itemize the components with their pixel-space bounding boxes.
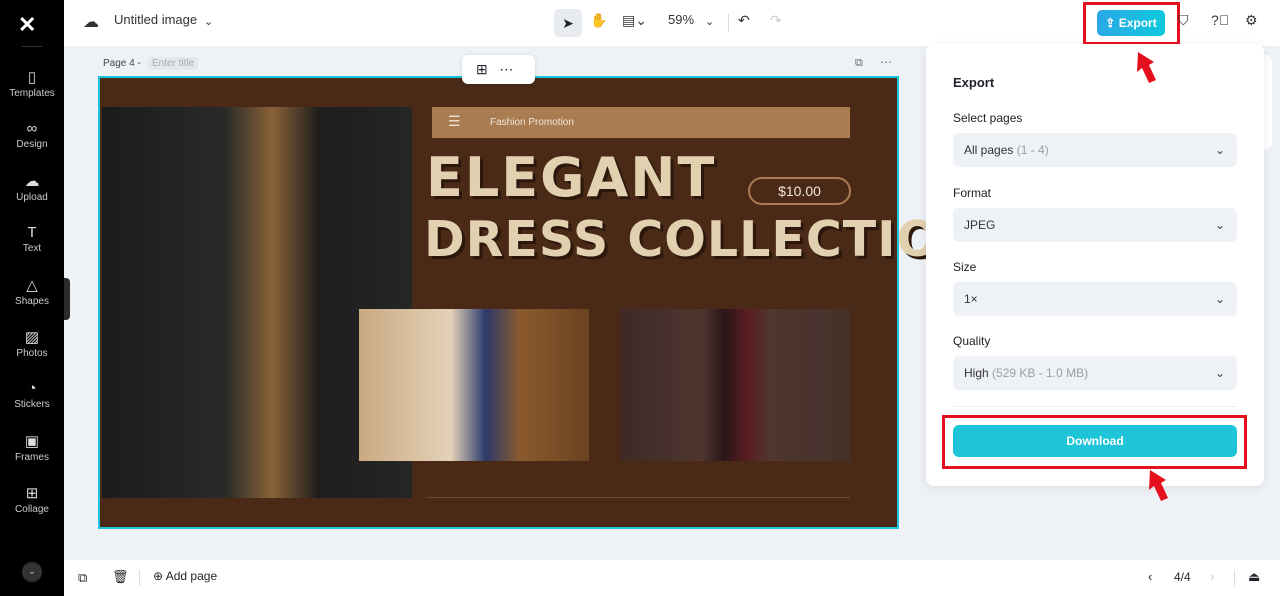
divider <box>139 570 140 586</box>
page-label: Page 4 - <box>103 58 141 69</box>
sidebar-item-text[interactable]: T Text <box>0 224 64 254</box>
hand-tool-icon[interactable]: ✋ <box>590 12 607 29</box>
upload-icon: ☁ <box>24 173 40 190</box>
sidebar-item-design[interactable]: ∞ Design <box>0 120 64 150</box>
sidebar: ✕ ▯ Templates ∞ Design ☁ Upload T Text △ Shap… <box>0 0 64 596</box>
more-tools-button[interactable]: ⌄ <box>22 562 42 582</box>
quality-dropdown[interactable]: High (529 KB - 1.0 MB) ⌄ <box>953 356 1237 390</box>
chevron-down-icon[interactable]: ⌄ <box>204 15 213 28</box>
highlight-box <box>1083 2 1180 45</box>
divider <box>22 46 42 47</box>
sidebar-item-label: Templates <box>9 88 55 99</box>
add-page-label: Add page <box>165 569 218 583</box>
chevron-down-icon: ⌄ <box>1214 143 1225 157</box>
format-label: Format <box>953 186 992 200</box>
chevron-down-icon: ⌄ <box>1214 366 1225 380</box>
sidebar-item-label: Frames <box>15 452 49 463</box>
select-tool-button[interactable]: ➤ <box>554 9 582 37</box>
page-more-icon[interactable]: ⋯ <box>880 55 892 69</box>
price-tag: $10.00 <box>748 177 851 205</box>
design-canvas[interactable]: ☰ Fashion Promotion ELEGANT DRESS COLLEC… <box>98 76 980 529</box>
quality-value: High <box>964 366 989 380</box>
select-pages-value: All pages <box>964 143 1014 157</box>
sidebar-item-collage[interactable]: ⊞ Collage <box>0 484 64 515</box>
size-label: Size <box>953 260 977 274</box>
text-icon: T <box>27 224 37 241</box>
quality-range: (529 KB - 1.0 MB) <box>992 366 1089 380</box>
page-counter: 4/4 <box>1174 570 1191 584</box>
cloud-saved-icon: ☁ <box>83 14 99 31</box>
trash-icon[interactable]: 🗑 <box>112 569 129 585</box>
collage-icon: ⊞ <box>25 485 39 502</box>
chevron-down-icon: ⌄ <box>1214 292 1225 306</box>
format-dropdown[interactable]: JPEG ⌄ <box>953 208 1237 242</box>
menu-icon: ☰ <box>448 113 461 129</box>
bottom-bar: ⧉ 🗑 ⊕ Add page ‹ 4/4 › ⏏ <box>64 560 1280 596</box>
duplicate-icon[interactable]: ⧉ <box>78 570 87 586</box>
page-title-input[interactable]: Enter title <box>148 57 199 70</box>
select-pages-dropdown[interactable]: All pages (1 - 4) ⌄ <box>953 133 1237 167</box>
red-arrow-icon <box>1149 470 1168 501</box>
add-page-button[interactable]: ⊕ Add page <box>153 569 217 583</box>
zoom-level[interactable]: 59% <box>668 12 694 27</box>
sidebar-item-label: Collage <box>15 504 49 515</box>
sidebar-item-label: Photos <box>16 348 48 359</box>
headline-dress-collection: DRESS COLLECTION <box>424 211 982 268</box>
sidebar-item-label: Upload <box>16 192 48 203</box>
size-value: 1× <box>964 292 978 306</box>
add-page-icon: ⊕ <box>153 569 164 583</box>
sidebar-item-upload[interactable]: ☁ Upload <box>0 172 64 203</box>
document-title[interactable]: Untitled image <box>114 12 197 27</box>
sidebar-item-label: Stickers <box>14 399 50 410</box>
undo-icon[interactable]: ↶ <box>738 12 750 29</box>
format-value: JPEG <box>964 218 996 232</box>
layout-icon[interactable]: ▤⌄ <box>622 12 647 29</box>
frames-icon: ▣ <box>24 433 40 450</box>
settings-icon[interactable]: ⚙ <box>1245 12 1258 29</box>
export-title: Export <box>953 75 995 90</box>
next-page-icon[interactable]: › <box>1210 569 1214 584</box>
divider-line <box>427 497 850 498</box>
sidebar-item-label: Shapes <box>15 296 49 307</box>
select-pages-label: Select pages <box>953 111 1023 125</box>
select-pages-range: (1 - 4) <box>1016 143 1049 157</box>
banner-text: Fashion Promotion <box>490 117 574 128</box>
sidebar-item-stickers[interactable]: ◔ Stickers <box>0 380 64 410</box>
sidebar-item-photos[interactable]: ▨ Photos <box>0 328 64 359</box>
sidebar-item-templates[interactable]: ▯ Templates <box>0 68 64 99</box>
more-icon[interactable]: ⋯ <box>499 61 513 77</box>
prev-page-icon[interactable]: ‹ <box>1148 569 1152 584</box>
chevron-down-icon: ⌄ <box>1214 218 1225 232</box>
divider <box>1234 570 1235 586</box>
collapse-sidebar-handle[interactable] <box>64 278 70 320</box>
add-image-icon[interactable]: ⊞ <box>476 61 488 77</box>
redo-icon[interactable]: ↷ <box>770 12 782 29</box>
promo-banner: ☰ Fashion Promotion <box>432 107 850 138</box>
red-arrow-icon <box>1137 52 1156 83</box>
templates-icon: ▯ <box>27 69 37 86</box>
design-icon: ∞ <box>26 120 38 137</box>
pages-panel-icon[interactable]: ⏏ <box>1248 569 1260 585</box>
sidebar-item-frames[interactable]: ▣ Frames <box>0 432 64 463</box>
photos-icon: ▨ <box>24 329 40 346</box>
capcut-logo-icon[interactable]: ✕ <box>18 12 36 38</box>
highlight-box <box>942 415 1247 469</box>
divider <box>728 14 729 32</box>
quality-label: Quality <box>953 334 991 348</box>
help-icon[interactable]: ?⃝ <box>1211 12 1229 28</box>
size-dropdown[interactable]: 1× ⌄ <box>953 282 1237 316</box>
duplicate-page-icon[interactable]: ⧉ <box>855 57 863 70</box>
stickers-icon: ◔ <box>27 380 37 397</box>
headline-elegant: ELEGANT <box>426 146 717 209</box>
canvas-toolbar: ⊞ ⋯ <box>462 55 535 84</box>
zoom-chevron-icon[interactable]: ⌄ <box>705 15 714 28</box>
sidebar-item-label: Text <box>22 243 42 254</box>
divider <box>953 406 1237 407</box>
photo-woman-hat <box>621 309 851 461</box>
photo-woman-blue-suit <box>359 309 589 461</box>
sidebar-item-label: Design <box>16 139 48 150</box>
sidebar-item-shapes[interactable]: △ Shapes <box>0 276 64 307</box>
shield-icon[interactable]: ⛉ <box>1178 12 1189 29</box>
shapes-icon: △ <box>26 277 38 294</box>
